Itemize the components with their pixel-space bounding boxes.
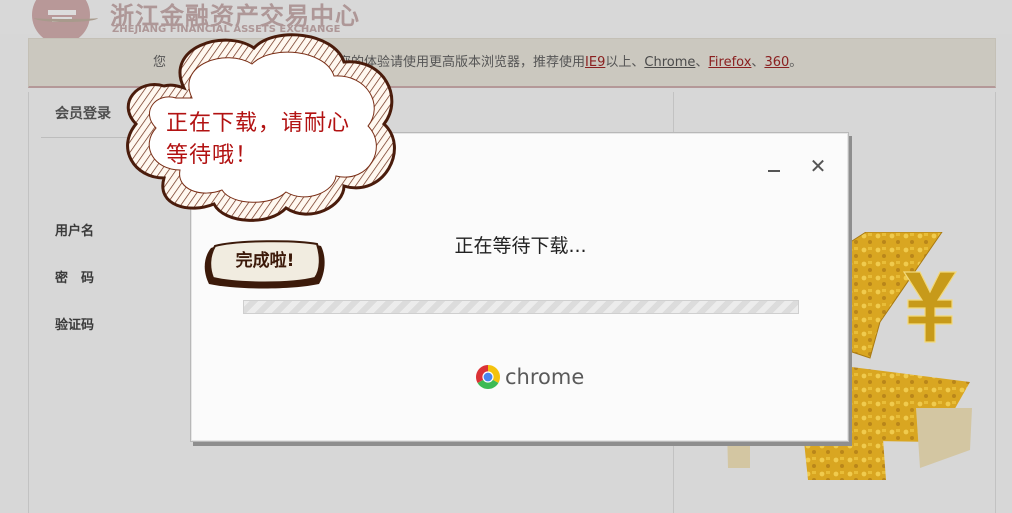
username-label: 用户名 (55, 224, 95, 239)
close-icon[interactable]: ✕ (805, 153, 831, 179)
browser-separator: 、 (751, 55, 765, 70)
browser-separator: 以上、 (605, 55, 645, 70)
done-badge-label[interactable]: 完成啦! (203, 246, 327, 276)
captcha-label: 验证码 (55, 318, 95, 333)
browser-separator: 、 (695, 55, 709, 70)
browser-link[interactable]: Firefox (708, 55, 751, 70)
browser-link-list: IE9以上、Chrome、Firefox、360。 (585, 55, 802, 70)
browser-separator: 。 (789, 55, 803, 70)
chrome-brand: chrome (475, 363, 584, 391)
browser-link[interactable]: 360 (764, 55, 789, 70)
browser-link[interactable]: IE9 (585, 55, 605, 70)
logo-swoosh (34, 14, 98, 22)
browser-link[interactable]: Chrome (644, 55, 695, 70)
chrome-wordmark: chrome (505, 365, 585, 389)
password-label: 密 码 (55, 271, 95, 286)
download-progress-bar (243, 300, 799, 314)
minimize-icon[interactable] (761, 153, 787, 179)
chrome-logo-icon (476, 365, 500, 389)
cloud-bubble-text: 正在下载，请耐心等待哦！ (166, 111, 351, 168)
